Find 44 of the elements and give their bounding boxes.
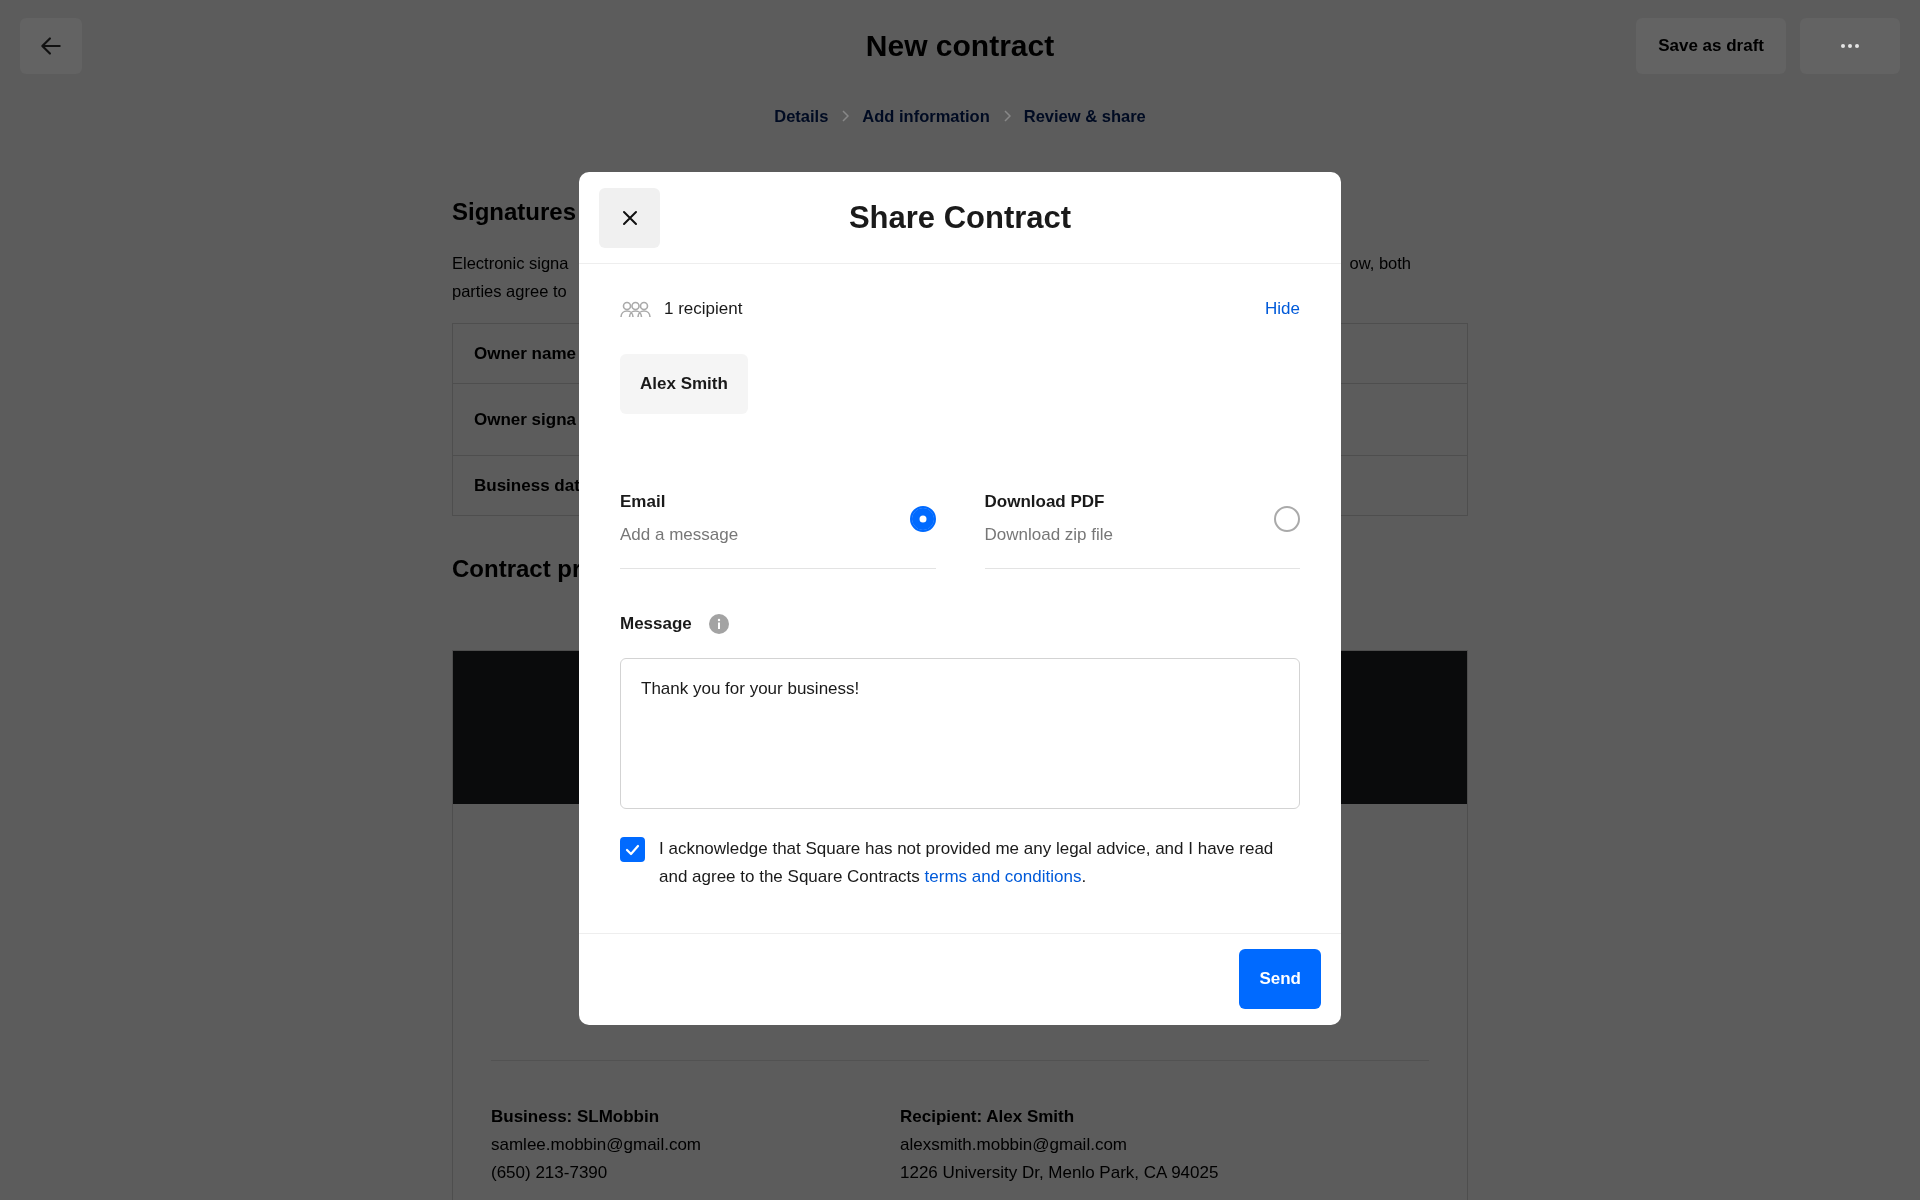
hide-link[interactable]: Hide [1265,299,1300,319]
page-title: New contract [865,29,1055,63]
party-detail: 1226 University Dr, Menlo Park, CA 94025 [900,1162,1220,1184]
checkbox[interactable] [620,837,645,862]
description-text: ow, both [1349,253,1411,274]
terms-link[interactable]: terms and conditions [924,867,1082,886]
message-field[interactable]: Thank you for your business! [620,658,1300,809]
breadcrumb-link[interactable]: Add information [862,106,990,126]
message-label: Message [620,614,692,634]
party-detail: samlee.mobbin@gmail.com [491,1134,702,1156]
acknowledgement-text: I acknowledge that Square has not provided me any legal advice, and I have read and agree to the Square Contracts terms and conditions. [659,838,1275,888]
breadcrumb-link[interactable]: Details [774,106,829,126]
back-button[interactable] [20,18,82,74]
row-label: Business dat [474,475,580,496]
close-icon [621,210,638,226]
people-icon [620,300,651,318]
section-title: Signatures [452,197,577,227]
section-title: Contract pr [452,554,582,584]
radio-button[interactable] [1274,505,1300,532]
option-description: Download zip file [984,524,1113,546]
chevron-right-icon [1002,110,1011,122]
more-icon [1840,43,1860,49]
option-label: Download PDF [984,491,1106,513]
row-label: Owner signa [474,409,577,430]
party-heading: Recipient: Alex Smith [900,1106,1076,1128]
party-heading: Business: SLMobbin [491,1106,661,1128]
chevron-right-icon [841,110,850,122]
dialog-title: Share Contract [848,199,1072,236]
description-text: Electronic signa [452,253,569,274]
send-button[interactable]: Send [1239,949,1321,1009]
breadcrumb-link[interactable]: Review & share [1023,106,1146,126]
party-detail: (650) 213-7390 [491,1162,609,1184]
row-label: Owner name [474,343,577,364]
close-button[interactable] [599,188,660,248]
description-text: parties agree to [452,281,568,302]
party-detail: alexsmith.mobbin@gmail.com [900,1134,1128,1156]
option-label: Email [620,491,667,513]
radio-button[interactable] [909,505,936,532]
check-icon [625,843,640,856]
info-icon[interactable] [708,614,729,634]
option-description: Add a message [620,524,739,546]
recipient-count: 1 recipient [664,299,743,319]
recipient-chip[interactable]: Alex Smith [620,354,748,414]
save-draft-button[interactable]: Save as draft [1636,18,1786,74]
